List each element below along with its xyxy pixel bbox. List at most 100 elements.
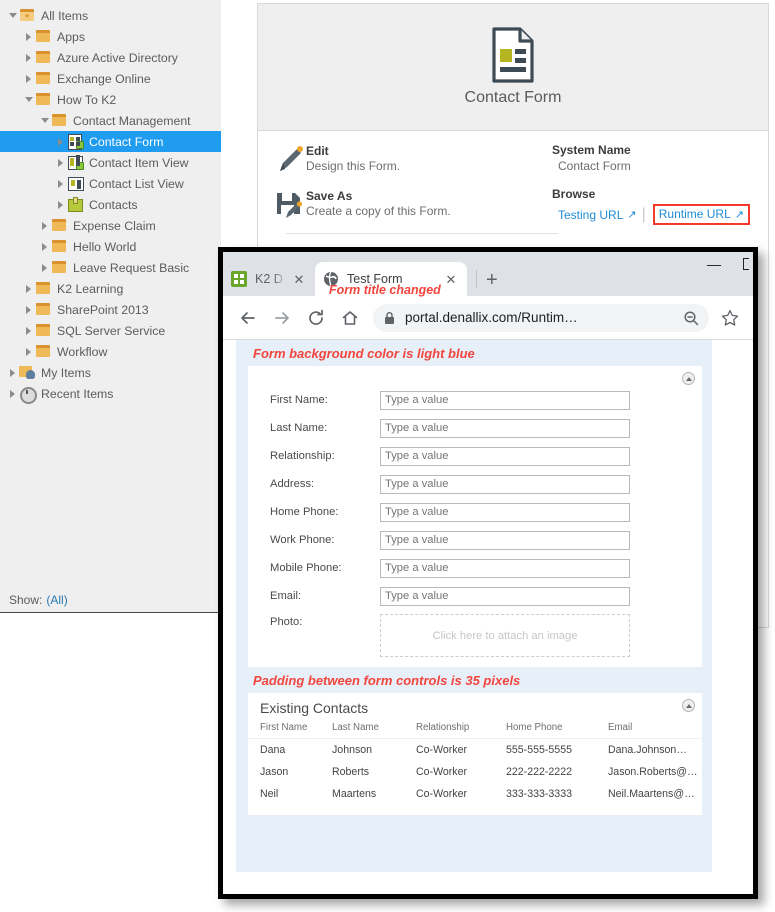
runtime-url-link[interactable]: Runtime URL ↗ bbox=[659, 207, 744, 221]
tree-item-contact-management[interactable]: Contact Management bbox=[0, 110, 221, 131]
field-label: Last Name: bbox=[270, 422, 328, 434]
save-as-action[interactable]: Save As Create a copy of this Form. bbox=[272, 188, 530, 222]
twisty-collapsed-icon[interactable] bbox=[6, 387, 19, 400]
field-input[interactable] bbox=[380, 502, 630, 522]
pencil-icon bbox=[272, 143, 306, 177]
annotation-background-color: Form background color is light blue bbox=[253, 346, 475, 361]
twisty-collapsed-icon[interactable] bbox=[54, 177, 67, 190]
star-icon[interactable] bbox=[715, 309, 745, 327]
table-row[interactable]: Jason Roberts Co-Worker 222-222-2222 Jason.R… bbox=[248, 761, 702, 783]
tree-item-contact-item-view[interactable]: Contact Item View bbox=[0, 152, 221, 173]
twisty-collapsed-icon[interactable] bbox=[38, 240, 51, 253]
twisty-collapsed-icon[interactable] bbox=[22, 324, 35, 337]
twisty-collapsed-icon[interactable] bbox=[54, 156, 67, 169]
artifact-actions: Edit Design this Form. Save As Create a … bbox=[258, 143, 558, 239]
table-row[interactable]: Neil Maartens Co-Worker 333-333-3333 Neil.Ma… bbox=[248, 783, 702, 805]
browser-tab-k2-designer[interactable]: K2 D ✕ bbox=[223, 262, 315, 296]
twisty-collapsed-icon[interactable] bbox=[54, 198, 67, 211]
field-last-name: Last Name: bbox=[248, 414, 702, 442]
reload-icon[interactable] bbox=[299, 301, 333, 335]
field-input[interactable] bbox=[380, 390, 630, 410]
testing-url-link[interactable]: Testing URL ↗ bbox=[558, 208, 637, 222]
column-header[interactable]: First Name bbox=[248, 718, 332, 739]
field-input[interactable] bbox=[380, 530, 630, 550]
tree-item-label: Apps bbox=[57, 29, 86, 44]
photo-dropzone[interactable]: Click here to attach an image bbox=[380, 614, 630, 657]
save-as-icon bbox=[272, 188, 306, 222]
twisty-collapsed-icon[interactable] bbox=[38, 219, 51, 232]
twisty-collapsed-icon[interactable] bbox=[22, 282, 35, 295]
close-icon[interactable]: ✕ bbox=[443, 273, 459, 286]
collapse-up-icon[interactable] bbox=[682, 699, 695, 712]
edit-action[interactable]: Edit Design this Form. bbox=[272, 143, 530, 177]
home-icon[interactable] bbox=[333, 301, 367, 335]
tree-item-all-items[interactable]: All Items bbox=[0, 5, 221, 26]
address-bar[interactable]: portal.denallix.com/Runtim… bbox=[373, 303, 709, 332]
minimize-button[interactable]: — bbox=[697, 257, 731, 271]
tree-item-apps[interactable]: Apps bbox=[0, 26, 221, 47]
twisty-expanded-icon[interactable] bbox=[6, 9, 19, 22]
twisty-collapsed-icon[interactable] bbox=[54, 135, 67, 148]
tree-item-contact-form[interactable]: Contact Form bbox=[0, 131, 221, 152]
category-tree-panel: All Items Apps Azure Active Directory Excha… bbox=[0, 0, 221, 613]
twisty-expanded-icon[interactable] bbox=[22, 93, 35, 106]
twisty-collapsed-icon[interactable] bbox=[38, 261, 51, 274]
field-input[interactable] bbox=[380, 418, 630, 438]
tree-item-workflow[interactable]: Workflow bbox=[0, 341, 221, 362]
field-input[interactable] bbox=[380, 474, 630, 494]
tree-item-contact-list-view[interactable]: Contact List View bbox=[0, 173, 221, 194]
tree-item-contacts[interactable]: Contacts bbox=[0, 194, 221, 215]
tree-item-label: K2 Learning bbox=[57, 281, 124, 296]
column-header[interactable]: Relationship bbox=[416, 718, 506, 739]
existing-contacts-title: Existing Contacts bbox=[260, 700, 369, 716]
new-tab-button[interactable]: + bbox=[486, 270, 498, 296]
field-input[interactable] bbox=[380, 446, 630, 466]
twisty-collapsed-icon[interactable] bbox=[22, 345, 35, 358]
category-tree: All Items Apps Azure Active Directory Excha… bbox=[0, 0, 221, 404]
column-header[interactable]: Email bbox=[608, 718, 702, 739]
tree-item-sql-server-service[interactable]: SQL Server Service bbox=[0, 320, 221, 341]
table-cell: Co-Worker bbox=[416, 744, 468, 756]
tree-item-sharepoint-2013[interactable]: SharePoint 2013 bbox=[0, 299, 221, 320]
zoom-out-icon[interactable] bbox=[683, 310, 699, 326]
column-header[interactable]: Home Phone bbox=[506, 718, 608, 739]
twisty-expanded-icon[interactable] bbox=[38, 114, 51, 127]
artifact-metadata: System Name Contact Form Browse Testing … bbox=[530, 143, 750, 239]
folder-icon bbox=[35, 29, 52, 44]
twisty-collapsed-icon[interactable] bbox=[22, 72, 35, 85]
table-row[interactable]: Dana Johnson Co-Worker 555-555-5555 Dana.Joh… bbox=[248, 739, 702, 762]
tree-item-azure-active-directory[interactable]: Azure Active Directory bbox=[0, 47, 221, 68]
show-filter-value[interactable]: (All) bbox=[46, 593, 67, 607]
tree-item-label: Contacts bbox=[89, 197, 138, 212]
twisty-collapsed-icon[interactable] bbox=[6, 366, 19, 379]
field-input[interactable] bbox=[380, 558, 630, 578]
twisty-collapsed-icon[interactable] bbox=[22, 30, 35, 43]
system-name-label: System Name bbox=[552, 143, 631, 157]
field-input[interactable] bbox=[380, 586, 630, 606]
tree-item-label: Exchange Online bbox=[57, 71, 151, 86]
folder-icon bbox=[35, 50, 52, 65]
forward-arrow-icon[interactable] bbox=[265, 301, 299, 335]
k2-designer-icon bbox=[231, 271, 247, 287]
column-header[interactable]: Last Name bbox=[332, 718, 416, 739]
table-cell: Johnson bbox=[332, 744, 373, 756]
artifact-title: Contact Form bbox=[464, 89, 562, 106]
badge-icon bbox=[76, 162, 84, 170]
tree-item-how-to-k2[interactable]: How To K2 bbox=[0, 89, 221, 110]
close-icon[interactable]: ✕ bbox=[291, 273, 307, 286]
tree-item-leave-request-basic[interactable]: Leave Request Basic bbox=[0, 257, 221, 278]
tree-item-exchange-online[interactable]: Exchange Online bbox=[0, 68, 221, 89]
tree-item-hello-world[interactable]: Hello World bbox=[0, 236, 221, 257]
tree-item-label: Expense Claim bbox=[73, 218, 156, 233]
maximize-button[interactable] bbox=[743, 258, 749, 270]
twisty-collapsed-icon[interactable] bbox=[22, 303, 35, 316]
tree-item-expense-claim[interactable]: Expense Claim bbox=[0, 215, 221, 236]
tree-item-my-items[interactable]: My Items bbox=[0, 362, 221, 383]
system-name-block: System Name Contact Form bbox=[552, 143, 750, 173]
clock-icon bbox=[19, 386, 37, 404]
twisty-collapsed-icon[interactable] bbox=[22, 51, 35, 64]
back-arrow-icon[interactable] bbox=[231, 301, 265, 335]
tree-item-k2-learning[interactable]: K2 Learning bbox=[0, 278, 221, 299]
tree-item-recent-items[interactable]: Recent Items bbox=[0, 383, 221, 404]
collapse-up-icon[interactable] bbox=[682, 372, 695, 385]
